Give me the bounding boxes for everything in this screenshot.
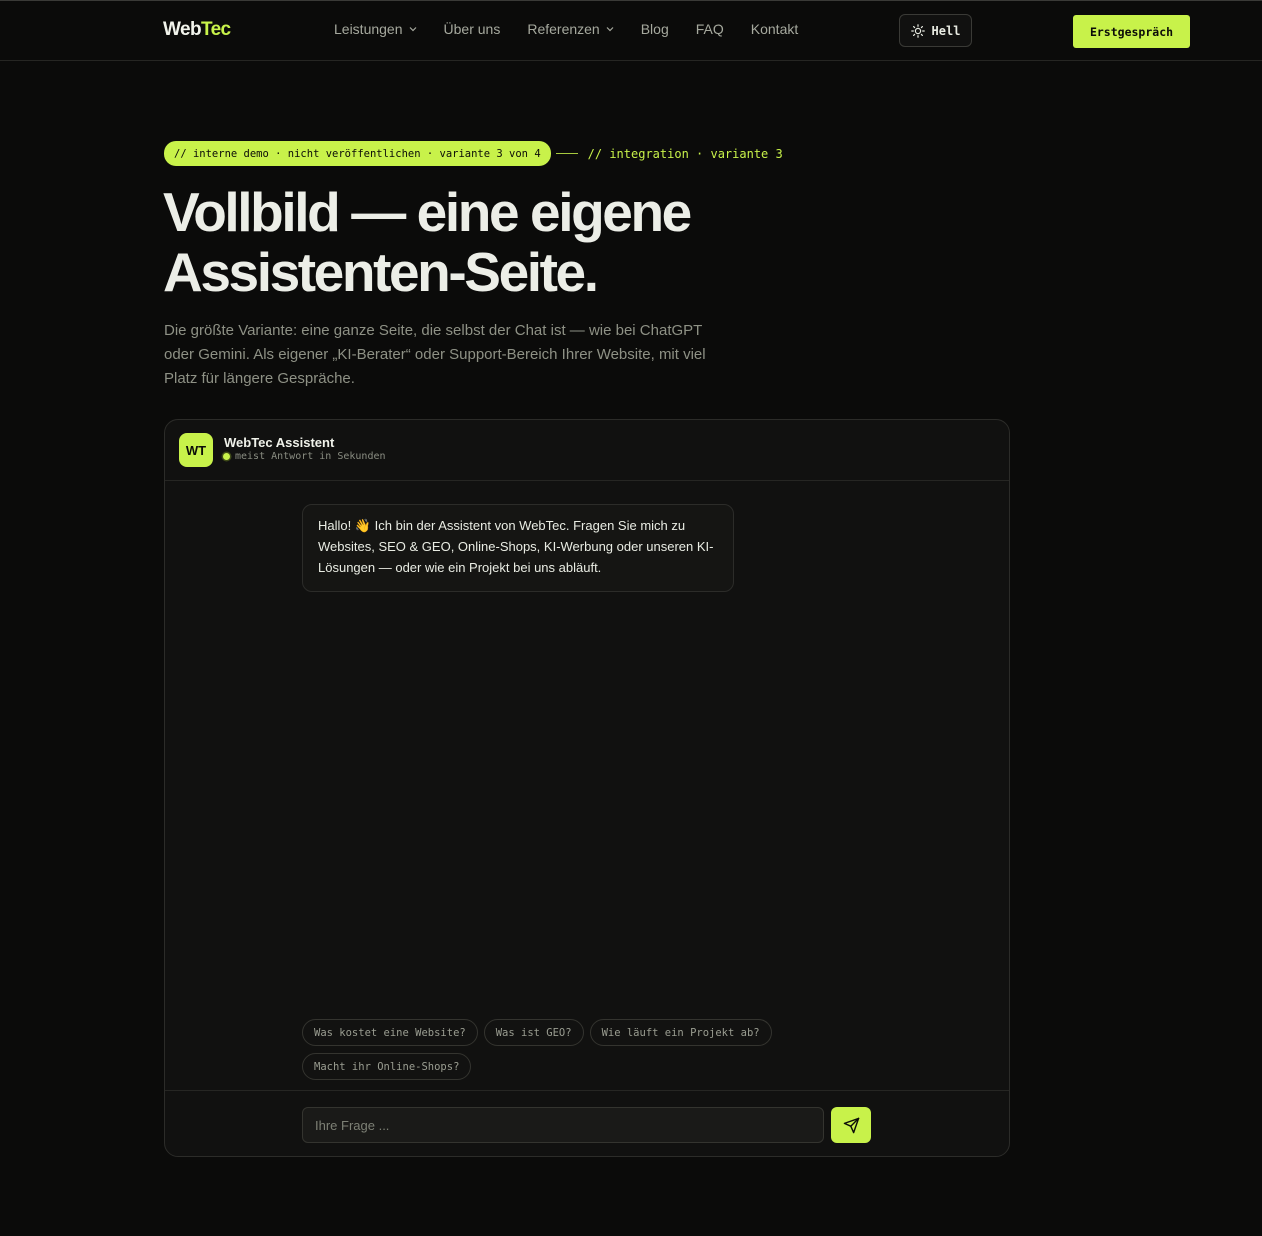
assistant-name: WebTec Assistent [224,435,335,450]
nav-item-blog[interactable]: Blog [641,21,669,37]
site-header: WebTec Leistungen Über uns Referenzen Bl… [0,1,1262,61]
suggestion-chips: Was kostet eine Website? Was ist GEO? Wi… [302,1019,782,1080]
online-status-icon [223,453,230,460]
page-title: Vollbild — eine eigene Assistenten-Seite… [163,182,863,302]
suggestion-chip-projekt[interactable]: Wie läuft ein Projekt ab? [589,1019,772,1046]
suggestion-chip-online-shops[interactable]: Macht ihr Online-Shops? [302,1053,472,1080]
nav-label: Referenzen [527,21,600,37]
nav-label: Kontakt [750,21,799,37]
erstgespraech-button[interactable]: Erstgespräch [1073,15,1190,48]
sun-icon [910,23,925,38]
logo-accent: Tec [200,19,231,40]
suggestion-chip-kosten[interactable]: Was kostet eine Website? [302,1019,478,1046]
nav-item-kontakt[interactable]: Kontakt [751,21,798,37]
chevron-down-icon [606,27,614,32]
logo-main: Web [163,19,202,40]
nav-label: Über uns [443,21,501,37]
nav-item-referenzen[interactable]: Referenzen [527,21,614,37]
status-text: meist Antwort in Sekunden [235,451,386,462]
theme-toggle-button[interactable]: Hell [899,14,972,47]
theme-label: Hell [931,23,961,38]
chat-header: WT WebTec Assistent meist Antwort in Sek… [165,420,1009,481]
title-line-1: Vollbild — eine eigene [163,181,692,243]
nav-label: FAQ [695,21,724,37]
avatar: WT [179,433,213,467]
chat-input[interactable] [302,1107,824,1143]
section-tag: // integration · variante 3 [587,146,783,161]
nav-item-ueber-uns[interactable]: Über uns [444,21,501,37]
status-line: meist Antwort in Sekunden [223,451,386,462]
demo-badge: // interne demo · nicht veröffentlichen … [164,141,551,166]
hero-tagline: // interne demo · nicht veröffentlichen … [164,141,783,166]
chevron-down-icon [409,27,416,32]
assistant-message: Hallo! 👋 Ich bin der Assistent von WebTe… [302,504,734,592]
chat-input-bar [165,1090,1009,1156]
title-line-2: Assistenten-Seite. [163,241,599,303]
chat-window: WT WebTec Assistent meist Antwort in Sek… [164,419,1010,1157]
nav-item-leistungen[interactable]: Leistungen [334,21,417,37]
nav-item-faq[interactable]: FAQ [696,21,724,37]
nav-label: Leistungen [334,21,403,37]
hero-lead: Die größte Variante: eine ganze Seite, d… [164,322,706,387]
divider-line [555,153,578,154]
send-button[interactable] [831,1107,871,1143]
suggestion-chip-geo[interactable]: Was ist GEO? [483,1019,584,1046]
nav-label: Blog [640,21,669,37]
send-icon [843,1117,859,1133]
main-nav: Leistungen Über uns Referenzen Blog FAQ … [334,21,825,37]
logo[interactable]: WebTec [163,19,231,41]
